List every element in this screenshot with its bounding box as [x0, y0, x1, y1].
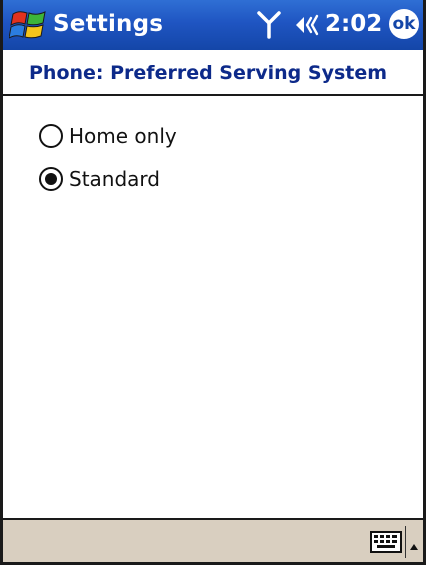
- speaker-volume-icon[interactable]: [294, 13, 322, 37]
- page-title: Phone: Preferred Serving System: [3, 50, 423, 94]
- antenna-signal-icon[interactable]: [257, 11, 281, 39]
- clock-time[interactable]: 2:02: [325, 11, 382, 37]
- app-title: Settings: [53, 11, 164, 37]
- windows-flag-icon: [8, 11, 46, 39]
- radio-option-standard[interactable]: Standard: [39, 163, 160, 195]
- radio-checked-icon[interactable]: [39, 167, 63, 191]
- start-menu-button[interactable]: [8, 6, 49, 44]
- title-divider: [3, 94, 423, 96]
- bottom-menu-bar: [3, 518, 423, 562]
- ok-button[interactable]: ok: [389, 9, 419, 39]
- radio-label-standard: Standard: [69, 167, 160, 191]
- navigation-bar: Settings 2:02 ok: [3, 0, 423, 50]
- keyboard-icon[interactable]: [370, 531, 402, 553]
- radio-label-home-only: Home only: [69, 124, 177, 148]
- input-panel-divider: [405, 526, 406, 558]
- device-screen: Settings 2:02 ok Phone: Preferred Servin…: [0, 0, 426, 565]
- radio-option-home-only[interactable]: Home only: [39, 120, 177, 152]
- radio-unchecked-icon[interactable]: [39, 124, 63, 148]
- up-arrow-icon[interactable]: [409, 536, 419, 550]
